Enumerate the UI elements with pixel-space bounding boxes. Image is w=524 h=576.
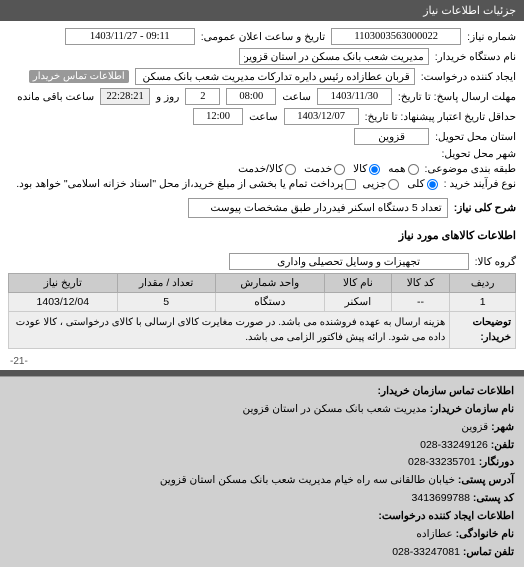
delivery-state[interactable] xyxy=(354,128,429,145)
c-tel2: 33247081-028 xyxy=(392,546,460,558)
c-tel-label: تلفن: xyxy=(491,439,514,451)
contact-section: اطلاعات تماس سازمان خریدار: نام سازمان خ… xyxy=(0,376,524,567)
c-postcode-label: کد پستی: xyxy=(473,492,514,504)
radio-goods[interactable]: کالا xyxy=(353,163,380,175)
requester-field[interactable] xyxy=(135,68,415,85)
c-org: مدیریت شعب بانک مسکن در استان قزوین xyxy=(242,403,426,415)
goods-title: اطلاعات کالاهای مورد نیاز xyxy=(0,225,524,246)
desc-box[interactable]: تعداد 5 دستگاه اسکنر فیدردار طبق مشخصات … xyxy=(188,198,448,218)
th-date: تاریخ نیاز xyxy=(9,274,118,293)
th-name: نام کالا xyxy=(324,274,391,293)
buyer-org-field[interactable] xyxy=(239,48,429,65)
min-time[interactable] xyxy=(193,108,243,125)
radio-service[interactable]: خدمت xyxy=(304,163,345,175)
cell-date: 1403/12/04 xyxy=(9,293,118,312)
delivery-city-label: شهر محل تحویل: xyxy=(441,148,516,160)
c-city-label: شهر: xyxy=(491,421,514,433)
header-title: جزئیات اطلاعات نیاز xyxy=(423,5,516,17)
panel-header: جزئیات اطلاعات نیاز xyxy=(0,0,524,21)
note-label: توضیحات خریدار: xyxy=(450,312,516,349)
cell-qty: 5 xyxy=(117,293,215,312)
note-text: هزینه ارسال به عهده فروشنده می باشد. در … xyxy=(9,312,450,349)
radio-goods-service[interactable]: کالا/خدمت xyxy=(238,163,296,175)
requester-label: ایجاد کننده درخواست: xyxy=(421,71,516,83)
contact-badge[interactable]: اطلاعات تماس خریدار xyxy=(29,70,129,83)
time-label-2: ساعت xyxy=(249,111,278,123)
c-org-label: نام سازمان خریدار: xyxy=(430,403,514,415)
day-label: روز و xyxy=(156,91,179,103)
deadline-time[interactable] xyxy=(226,88,276,105)
pub-date-label: تاریخ و ساعت اعلان عمومی: xyxy=(201,31,325,43)
deadline-label: مهلت ارسال پاسخ: تا تاریخ: xyxy=(398,91,516,103)
radio-partial[interactable]: جزیی xyxy=(362,178,399,190)
subject-radio-group: همه کالا خدمت کالا/خدمت xyxy=(238,163,418,175)
th-qty: تعداد / مقدار xyxy=(117,274,215,293)
table-row: 1 -- اسکنر دستگاه 5 1403/12/04 xyxy=(9,293,516,312)
remaining-field xyxy=(100,88,150,105)
c-fax: 33235701-028 xyxy=(408,456,476,468)
time-label-1: ساعت xyxy=(282,91,311,103)
note-row: توضیحات خریدار: هزینه ارسال به عهده فروش… xyxy=(9,312,516,349)
c-city: قزوین xyxy=(461,421,488,433)
th-code: کد کالا xyxy=(391,274,450,293)
form-section: شماره نیاز: تاریخ و ساعت اعلان عمومی: نا… xyxy=(0,21,524,225)
radio-all[interactable]: همه xyxy=(388,163,418,175)
cell-unit: دستگاه xyxy=(215,293,324,312)
deadline-date[interactable] xyxy=(317,88,392,105)
goods-table: ردیف کد کالا نام کالا واحد شمارش تعداد /… xyxy=(8,273,516,349)
purchase-radio-group: کلی جزیی xyxy=(362,178,437,190)
min-date[interactable] xyxy=(284,108,359,125)
cell-row: 1 xyxy=(450,293,516,312)
desc-label: شرح کلی نیاز: xyxy=(454,202,516,214)
pub-date-field[interactable] xyxy=(65,28,195,45)
c-family-label: نام خانوادگی: xyxy=(456,528,514,540)
cell-name: اسکنر xyxy=(324,293,391,312)
c-postcode: 3413699788 xyxy=(412,492,470,504)
c-family: عطازاده xyxy=(416,528,452,540)
c-addr-label: آدرس پستی: xyxy=(458,474,514,486)
treasury-check[interactable]: پرداخت تمام یا بخشی از مبلغ خرید،از محل … xyxy=(16,178,356,190)
purchase-type-label: نوع فرآیند خرید : xyxy=(444,178,516,190)
c-tel: 33249126-028 xyxy=(420,439,488,451)
group-label: گروه کالا: xyxy=(475,256,516,268)
page-number: -21- xyxy=(0,353,524,370)
c-tel2-label: تلفن تماس: xyxy=(463,546,514,558)
remaining-label: ساعت باقی مانده xyxy=(17,91,94,103)
cell-code: -- xyxy=(391,293,450,312)
req-no-field[interactable] xyxy=(331,28,461,45)
req-no-label: شماره نیاز: xyxy=(467,31,516,43)
th-unit: واحد شمارش xyxy=(215,274,324,293)
days-field[interactable] xyxy=(185,88,220,105)
contact-title: اطلاعات تماس سازمان خریدار: xyxy=(378,385,514,397)
subject-cat-label: طبقه بندی موضوعی: xyxy=(425,163,516,175)
c-fax-label: دورنگار: xyxy=(479,456,514,468)
min-date-label: حداقل تاریخ اعتبار پیشنهاد: تا تاریخ: xyxy=(365,111,516,123)
th-row: ردیف xyxy=(450,274,516,293)
buyer-org-label: نام دستگاه خریدار: xyxy=(435,51,516,63)
radio-total[interactable]: کلی xyxy=(407,178,437,190)
group-field[interactable] xyxy=(229,253,469,270)
c-addr: خیابان طالقانی سه راه خیام مدیریت شعب با… xyxy=(160,474,455,486)
delivery-state-label: استان محل تحویل: xyxy=(435,131,516,143)
c-req-title: اطلاعات ایجاد کننده درخواست: xyxy=(378,510,514,522)
